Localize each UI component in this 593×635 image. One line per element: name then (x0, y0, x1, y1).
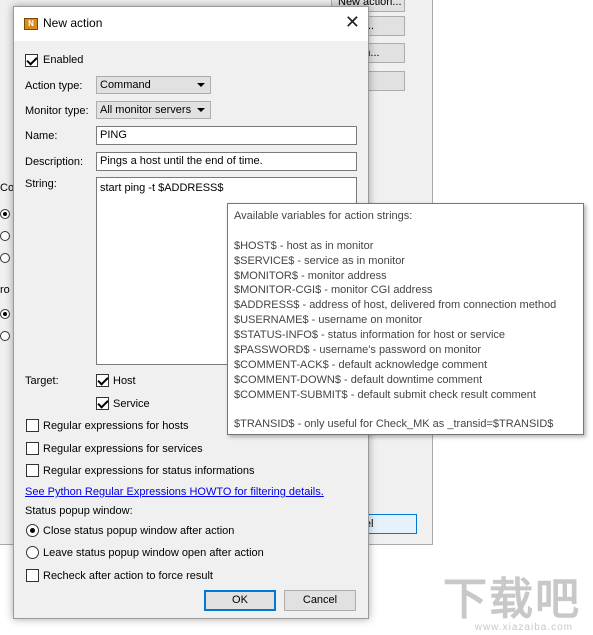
string-label: String: (25, 178, 57, 190)
action-type-value: Command (100, 79, 151, 91)
regex-status-label: Regular expressions for status informati… (43, 465, 255, 477)
recheck-label: Recheck after action to force result (43, 570, 213, 582)
parent-side-radio[interactable] (0, 231, 10, 241)
parent-side-label-2: ro (0, 284, 10, 296)
tooltip-line: $SERVICE$ - service as in monitor (234, 254, 405, 267)
tooltip-line (234, 403, 583, 418)
parent-side-radio[interactable] (0, 253, 10, 263)
regex-howto-link[interactable]: See Python Regular Expressions HOWTO for… (25, 486, 324, 498)
monitor-type-label: Monitor type: (25, 105, 89, 117)
close-popup-radio[interactable] (26, 524, 39, 537)
leave-popup-radio[interactable] (26, 546, 39, 559)
cancel-button[interactable]: Cancel (284, 590, 356, 611)
action-variables-tooltip: Available variables for action strings: … (227, 203, 584, 435)
enabled-label: Enabled (43, 54, 84, 66)
status-popup-label: Status popup window: (25, 505, 133, 517)
target-host-checkbox[interactable] (96, 374, 109, 387)
tooltip-line: $COMMENT-SUBMIT$ - default submit check … (234, 388, 536, 401)
tooltip-line: $HOST$ - host as in monitor (234, 239, 374, 252)
tooltip-line: $USERNAME$ - username on monitor (234, 314, 423, 327)
regex-status-checkbox[interactable] (26, 464, 39, 477)
enabled-checkbox[interactable] (25, 54, 38, 67)
target-service-label: Service (113, 398, 150, 410)
tooltip-line: Available variables for action strings: (234, 210, 413, 222)
chevron-down-icon (197, 83, 205, 87)
title-bar: N New action ✕ (14, 7, 368, 41)
regex-hosts-label: Regular expressions for hosts (43, 420, 189, 432)
target-host-label: Host (113, 375, 136, 387)
parent-side-radio[interactable] (0, 309, 10, 319)
watermark-url: www.xiazaiba.com (474, 622, 573, 633)
tooltip-line: $TRANSID$ - only useful for Check_MK as … (234, 418, 554, 431)
action-type-label: Action type: (25, 80, 83, 92)
tooltip-line: $COMMENT-DOWN$ - default downtime commen… (234, 373, 483, 386)
name-field[interactable]: PING (96, 126, 357, 145)
recheck-checkbox[interactable] (26, 569, 39, 582)
parent-side-radio[interactable] (0, 209, 10, 219)
close-icon[interactable]: ✕ (345, 12, 360, 32)
tooltip-line: $PASSWORD$ - username's password on moni… (234, 344, 482, 357)
tooltip-line: $COMMENT-ACK$ - default acknowledge comm… (234, 358, 488, 371)
tooltip-line (234, 224, 583, 239)
description-field[interactable]: Pings a host until the end of time. (96, 152, 357, 171)
regex-services-label: Regular expressions for services (43, 443, 203, 455)
regex-services-checkbox[interactable] (26, 442, 39, 455)
parent-side-radio[interactable] (0, 331, 10, 341)
chevron-down-icon (197, 108, 205, 112)
app-icon: N (24, 18, 38, 30)
target-service-checkbox[interactable] (96, 397, 109, 410)
tooltip-line: $STATUS-INFO$ - status information for h… (234, 329, 506, 342)
ok-button[interactable]: OK (204, 590, 276, 611)
leave-popup-label: Leave status popup window open after act… (43, 547, 264, 559)
dialog-title: New action (43, 16, 103, 30)
tooltip-line: $ADDRESS$ - address of host, delivered f… (234, 299, 557, 312)
close-popup-label: Close status popup window after action (43, 525, 235, 537)
target-label: Target: (25, 375, 59, 387)
action-type-select[interactable]: Command (96, 76, 211, 94)
tooltip-line: $MONITOR-CGI$ - monitor CGI address (234, 284, 433, 297)
watermark-logo: 下载吧 (443, 575, 581, 624)
description-label: Description: (25, 156, 84, 168)
tooltip-line: $MONITOR$ - monitor address (234, 269, 387, 282)
name-label: Name: (25, 130, 58, 142)
regex-hosts-checkbox[interactable] (26, 419, 39, 432)
monitor-type-value: All monitor servers (100, 104, 192, 116)
parent-side-label-1: Co (0, 182, 15, 194)
monitor-type-select[interactable]: All monitor servers (96, 101, 211, 119)
